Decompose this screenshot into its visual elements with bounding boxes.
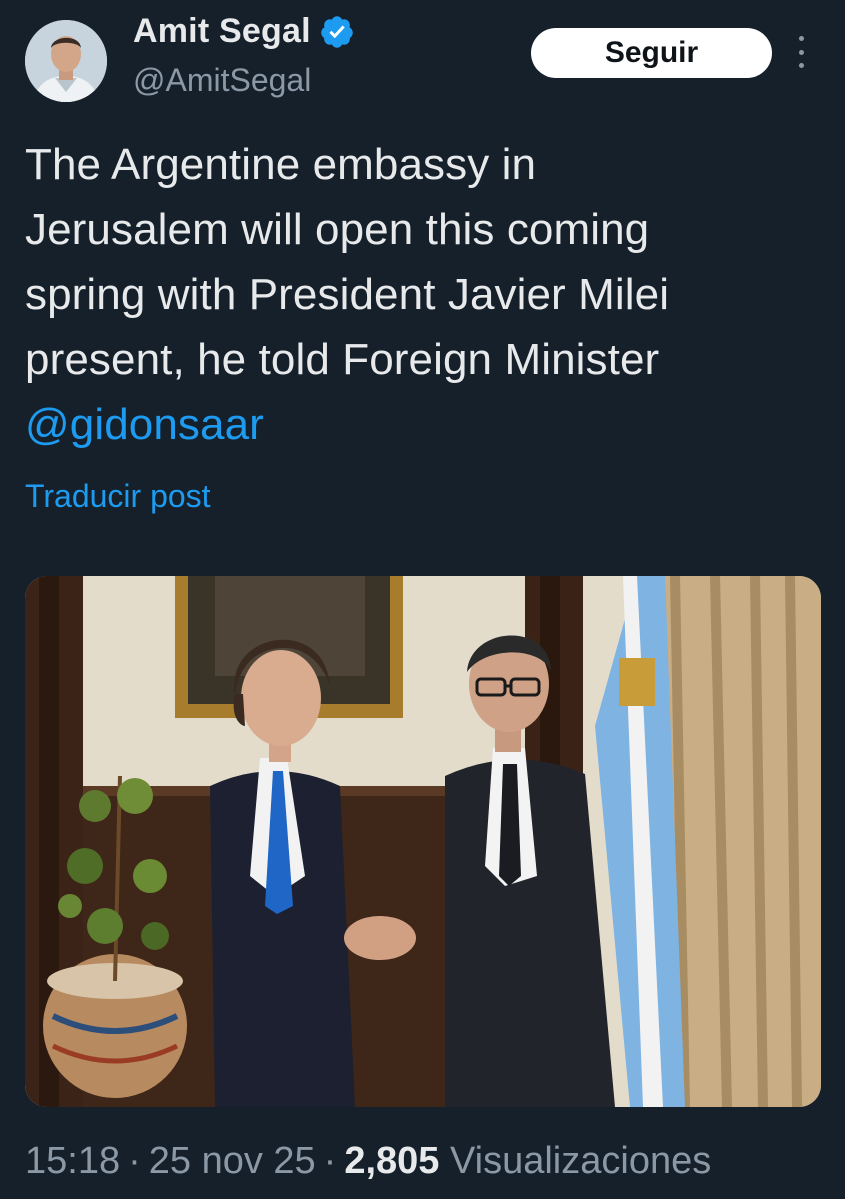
tweet-text-line: The Argentine embassy in	[25, 140, 537, 189]
verified-badge-icon	[320, 15, 353, 48]
tweet-time[interactable]: 15:18	[25, 1140, 120, 1182]
avatar-image	[25, 20, 107, 102]
tweet-meta: 15:18 · 25 nov 25 · 2,805 Visualizaciones	[25, 1140, 711, 1183]
author-handle[interactable]: @AmitSegal	[133, 62, 311, 99]
photo-two-men-handshake	[25, 576, 821, 1107]
tweet-photo[interactable]	[25, 576, 821, 1107]
tweet-text-line: spring with President Javier Milei	[25, 270, 670, 319]
author-name[interactable]: Amit Segal	[133, 12, 311, 51]
tweet-text-line: present, he told Foreign Minister	[25, 335, 660, 384]
translate-post-link[interactable]: Traducir post	[25, 478, 211, 515]
follow-button[interactable]: Seguir	[531, 28, 772, 78]
tweet-text-line: Jerusalem will open this coming	[25, 205, 650, 254]
more-vertical-icon[interactable]	[792, 36, 810, 68]
meta-separator: ·	[128, 1140, 141, 1182]
meta-separator: ·	[323, 1140, 337, 1182]
tweet-date[interactable]: 25 nov 25	[149, 1140, 316, 1182]
tweet-text: The Argentine embassy in Jerusalem will …	[25, 132, 825, 457]
avatar[interactable]	[25, 20, 107, 102]
views-count: 2,805	[344, 1140, 440, 1182]
author-name-row: Amit Segal	[133, 12, 355, 51]
tweet-view: Amit Segal @AmitSegal Seguir The Argenti…	[0, 0, 845, 1199]
views-label: Visualizaciones	[449, 1140, 712, 1182]
mention-link[interactable]: @gidonsaar	[25, 392, 825, 457]
